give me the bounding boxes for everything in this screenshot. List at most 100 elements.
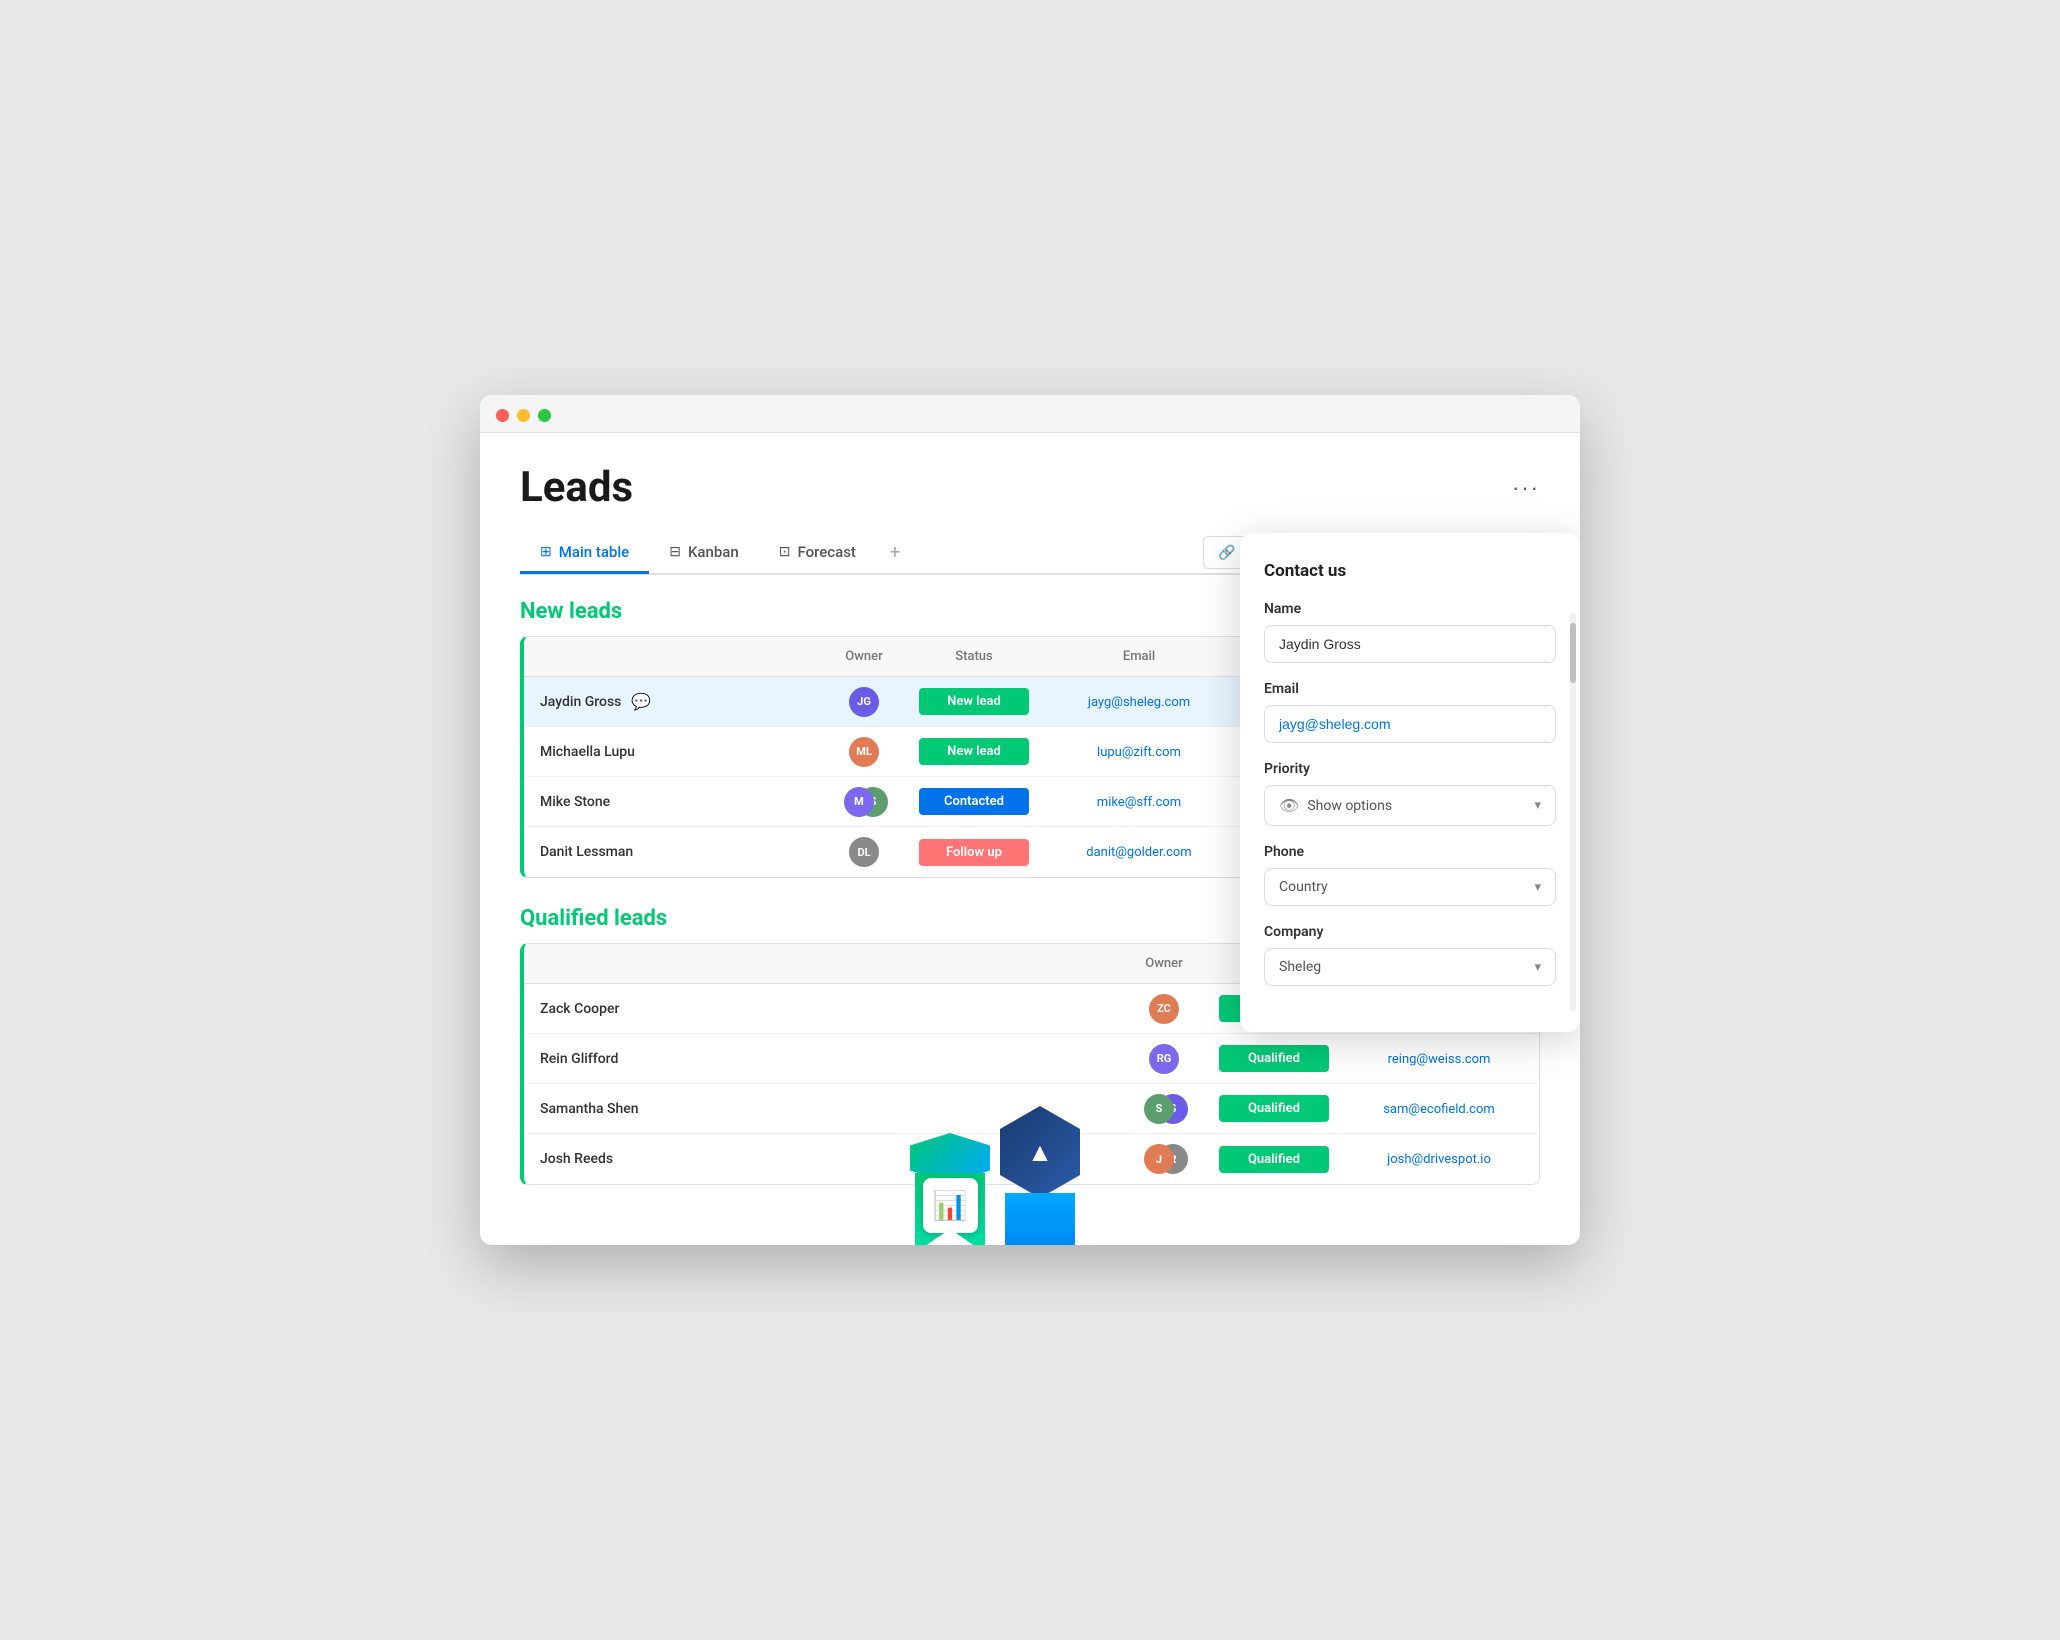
email-link[interactable]: josh@drivespot.io: [1387, 1152, 1491, 1167]
name-input[interactable]: [1264, 625, 1556, 663]
status-badge: Follow up: [919, 839, 1029, 866]
cell-owner: M S: [819, 779, 909, 825]
page-header: Leads ···: [520, 463, 1540, 512]
status-badge: Qualified: [1219, 1095, 1329, 1122]
priority-placeholder: Show options: [1307, 798, 1392, 814]
status-badge: Contacted: [919, 788, 1029, 815]
cell-email: mike@sff.com: [1039, 786, 1239, 818]
priority-select[interactable]: 👁 Show options ▾: [1264, 785, 1556, 826]
cell-status: Qualified: [1209, 1138, 1339, 1181]
tab-main-table-label: Main table: [559, 543, 629, 561]
cell-name: Jaydin Gross 💬: [524, 684, 819, 719]
country-select-left: Country: [1279, 879, 1328, 895]
forecast-icon: ⊡: [779, 544, 791, 560]
email-link[interactable]: sam@ecofield.com: [1383, 1102, 1495, 1117]
cell-email: lupu@zift.com: [1039, 736, 1239, 768]
scrollbar-thumb: [1570, 623, 1576, 683]
cell-status: Follow up: [909, 831, 1039, 874]
priority-label: Priority: [1264, 761, 1556, 777]
email-input[interactable]: [1264, 705, 1556, 743]
status-badge: Qualified: [1219, 1146, 1329, 1173]
chat-icon[interactable]: 💬: [631, 692, 651, 711]
cell-email: sam@ecofield.com: [1339, 1093, 1539, 1125]
col-status: Status: [909, 645, 1039, 668]
cell-owner: ZC: [1119, 986, 1209, 1032]
cell-status: New lead: [909, 730, 1039, 773]
tab-main-table[interactable]: ⊞ Main table: [520, 533, 649, 574]
main-table-icon: ⊞: [540, 544, 552, 560]
company-select-left: Sheleg: [1279, 959, 1321, 975]
excel-icon-bg: 📊: [923, 1178, 978, 1233]
email-link[interactable]: mike@sff.com: [1097, 795, 1181, 810]
page-title: Leads: [520, 463, 633, 512]
col-name: [524, 645, 819, 668]
name-label: Name: [1264, 601, 1556, 617]
tab-kanban[interactable]: ⊟ Kanban: [649, 533, 759, 574]
company-field-group: Company Sheleg ▾: [1264, 924, 1556, 986]
tab-forecast-label: Forecast: [797, 543, 855, 561]
cell-status: New lead: [909, 680, 1039, 723]
eye-icon: 👁: [1279, 796, 1299, 815]
app-window: Leads ··· ⊞ Main table ⊟ Kanban ⊡ Foreca…: [480, 395, 1580, 1245]
cell-name: Zack Cooper: [524, 993, 1119, 1025]
cell-owner: ML: [819, 729, 909, 775]
maximize-dot[interactable]: [538, 409, 551, 422]
priority-select-left: 👁 Show options: [1279, 796, 1392, 815]
app-content: Leads ··· ⊞ Main table ⊟ Kanban ⊡ Foreca…: [480, 433, 1580, 1233]
company-label: Company: [1264, 924, 1556, 940]
priority-field-group: Priority 👁 Show options ▾: [1264, 761, 1556, 826]
cell-name: Rein Glifford: [524, 1043, 1119, 1075]
chevron-down-icon: ▾: [1534, 960, 1541, 975]
cell-name: Michaella Lupu: [524, 736, 819, 768]
table-row[interactable]: Samantha Shen S S Qualified sam@ecofield…: [524, 1084, 1539, 1134]
cell-name: Samantha Shen: [524, 1093, 1119, 1125]
col-q-owner: Owner: [1119, 952, 1209, 975]
row-label: Jaydin Gross: [540, 694, 621, 710]
close-dot[interactable]: [496, 409, 509, 422]
kanban-icon: ⊟: [669, 544, 681, 560]
cell-email: danit@golder.com: [1039, 836, 1239, 868]
add-tab-button[interactable]: +: [876, 532, 914, 573]
cell-owner: S S: [1119, 1086, 1209, 1132]
col-owner: Owner: [819, 645, 909, 668]
table-row[interactable]: Josh Reeds J R Qualified josh@drivespot.…: [524, 1134, 1539, 1184]
email-field-group: Email: [1264, 681, 1556, 743]
minimize-dot[interactable]: [517, 409, 530, 422]
titlebar: [480, 395, 1580, 433]
phone-field-group: Phone Country ▾: [1264, 844, 1556, 906]
email-link[interactable]: reing@weiss.com: [1388, 1052, 1491, 1067]
more-options-button[interactable]: ···: [1512, 475, 1540, 501]
scrollbar[interactable]: [1570, 613, 1576, 1012]
name-field-group: Name: [1264, 601, 1556, 663]
table-row[interactable]: Rein Glifford RG Qualified reing@weiss.c…: [524, 1034, 1539, 1084]
cell-email: josh@drivespot.io: [1339, 1143, 1539, 1175]
cell-name: Mike Stone: [524, 786, 819, 818]
chevron-down-icon: ▾: [1534, 798, 1541, 813]
cell-status: Contacted: [909, 780, 1039, 823]
email-link[interactable]: lupu@zift.com: [1097, 745, 1181, 760]
cell-status: Qualified: [1209, 1087, 1339, 1130]
company-select[interactable]: Sheleg ▾: [1264, 948, 1556, 986]
cell-owner: J R: [1119, 1136, 1209, 1182]
cell-name: Danit Lessman: [524, 836, 819, 868]
email-label: Email: [1264, 681, 1556, 697]
cell-name: Josh Reeds: [524, 1143, 1119, 1175]
email-link[interactable]: jayg@sheleg.com: [1088, 695, 1190, 710]
tab-forecast[interactable]: ⊡ Forecast: [759, 533, 876, 574]
country-select[interactable]: Country ▾: [1264, 868, 1556, 906]
email-link[interactable]: danit@golder.com: [1086, 845, 1191, 860]
col-q-name: [524, 952, 1119, 975]
col-email: Email: [1039, 645, 1239, 668]
status-badge: Qualified: [1219, 1045, 1329, 1072]
cell-owner: JG: [819, 679, 909, 725]
cell-status: Qualified: [1209, 1037, 1339, 1080]
blue-envelope-body: [1005, 1193, 1075, 1245]
cell-owner: DL: [819, 829, 909, 875]
cell-email: jayg@sheleg.com: [1039, 686, 1239, 718]
cell-owner: RG: [1119, 1036, 1209, 1082]
status-badge: New lead: [919, 738, 1029, 765]
status-badge: New lead: [919, 688, 1029, 715]
cell-email: reing@weiss.com: [1339, 1043, 1539, 1075]
company-value: Sheleg: [1279, 959, 1321, 975]
chevron-down-icon: ▾: [1534, 880, 1541, 895]
